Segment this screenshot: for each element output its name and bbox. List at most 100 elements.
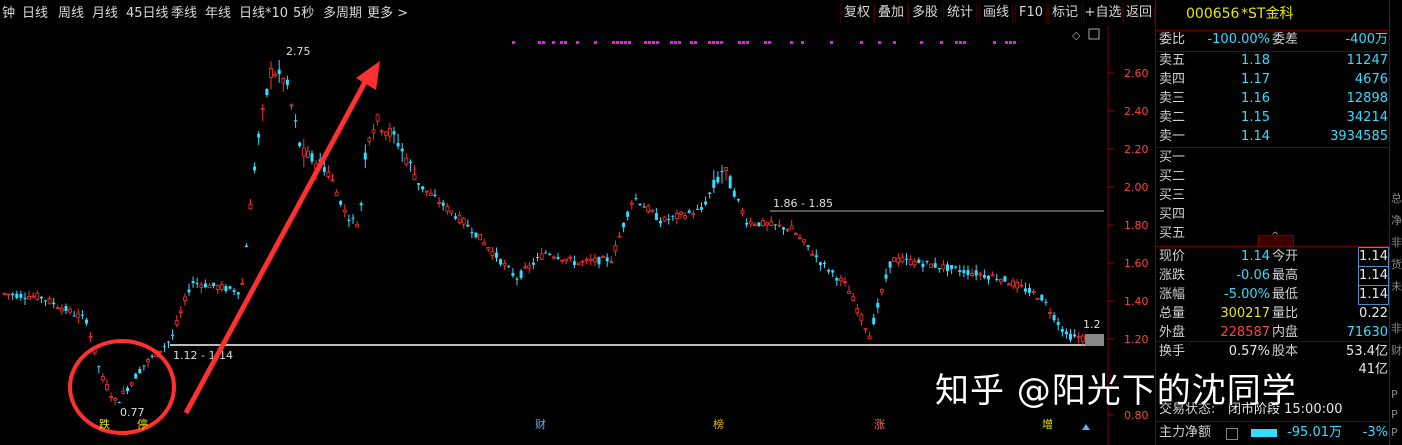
signal-dot	[678, 41, 681, 44]
candle-body	[954, 266, 958, 268]
candle-body	[642, 206, 646, 208]
candle-body	[97, 366, 101, 368]
bid-row[interactable]: 买四	[1156, 206, 1390, 224]
restore-rights-button[interactable]: 复权	[840, 3, 874, 23]
candle-body	[515, 278, 519, 280]
price-tick-label: 2.00	[1124, 181, 1149, 194]
signal-dot	[674, 41, 677, 44]
event-marker-increase[interactable]: 增	[1042, 417, 1053, 431]
candle-body	[187, 289, 191, 293]
statistics-button[interactable]: 统计	[943, 3, 977, 23]
ask-row[interactable]: 卖三 1.16 12898	[1156, 90, 1390, 108]
tab-5sec[interactable]: 5秒	[293, 0, 314, 26]
candle-body	[876, 302, 880, 308]
calendar-icon[interactable]	[1226, 428, 1238, 440]
ask-row[interactable]: 卖五 1.18 11247	[1156, 52, 1390, 70]
overlay-button[interactable]: 叠加	[874, 3, 908, 23]
share-value: 53.4亿	[1346, 344, 1388, 359]
signal-dot	[1009, 41, 1012, 44]
candle-body	[1080, 335, 1085, 342]
tab-monthly[interactable]: 月线	[92, 0, 118, 26]
candle-body	[888, 261, 892, 268]
candle-body	[745, 222, 749, 225]
candle-body	[359, 203, 363, 206]
tab-yearly[interactable]: 年线	[205, 0, 231, 26]
candle-body	[556, 257, 560, 259]
ask-row[interactable]: 卖四 1.17 4676	[1156, 71, 1390, 89]
f10-button[interactable]: F10	[1015, 3, 1047, 23]
candle-body	[880, 289, 884, 293]
tab-45day[interactable]: 45日线	[126, 0, 169, 26]
ask-price: 1.16	[1241, 91, 1270, 106]
draw-line-button[interactable]: 画线	[979, 3, 1013, 23]
candle-body	[917, 259, 921, 263]
candle-body	[417, 183, 421, 185]
multi-stock-button[interactable]: 多股	[908, 3, 942, 23]
candle-body	[55, 307, 60, 309]
tab-more[interactable]: 更多 >	[367, 0, 408, 26]
ask-row[interactable]: 卖一 1.14 3934585	[1156, 128, 1390, 146]
signal-dot	[670, 41, 673, 44]
candle-body	[424, 190, 429, 193]
candle-body	[138, 369, 142, 374]
candle-body	[892, 257, 897, 262]
signal-dot	[716, 41, 719, 44]
tab-minute[interactable]: 钟	[2, 0, 15, 26]
tab-weekly[interactable]: 周线	[58, 0, 84, 26]
tab-multi-period[interactable]: 多周期	[323, 0, 362, 26]
candle-body	[601, 256, 605, 258]
tab-quarterly[interactable]: 季线	[171, 0, 197, 26]
candle-body	[785, 228, 790, 231]
signal-dot	[594, 41, 597, 44]
signal-dot	[860, 41, 863, 44]
candle-body	[720, 171, 724, 173]
stat-label: 内盘	[1272, 325, 1299, 340]
candle-body	[285, 79, 289, 86]
candle-body	[622, 222, 626, 228]
candle-body	[228, 286, 232, 289]
mark-button[interactable]: 标记	[1048, 3, 1082, 23]
stat-row: 外盘 228587 内盘 71630	[1156, 324, 1390, 342]
ask-row[interactable]: 卖二 1.15 34214	[1156, 109, 1390, 127]
candle-body	[232, 290, 236, 292]
event-marker-limit-down[interactable]: 跌	[99, 417, 110, 431]
candle-body	[162, 346, 166, 348]
candle-body	[273, 74, 278, 77]
candle-body	[371, 129, 376, 134]
period-toolbar: 钟 日线 周线 月线 45日线 季线 年线 日线*10 5秒 多周期 更多 > …	[0, 0, 1155, 27]
ask-volume: 3934585	[1330, 129, 1388, 144]
candle-body	[342, 209, 347, 213]
tab-daily-x10[interactable]: 日线*10	[239, 0, 288, 26]
candle-body	[974, 270, 978, 276]
candle-body	[142, 365, 146, 367]
candle-body	[650, 209, 655, 213]
candle-body	[449, 210, 454, 214]
bid-row[interactable]: 买二	[1156, 168, 1390, 186]
candle-body	[793, 232, 798, 235]
candle-body	[326, 171, 331, 177]
candle-body	[867, 335, 872, 339]
candle-body	[1044, 301, 1048, 303]
event-marker-list[interactable]: 榜	[713, 417, 724, 431]
candle-body	[158, 350, 163, 353]
add-favorite-button[interactable]: +自选	[1083, 3, 1123, 23]
candle-body	[905, 258, 908, 260]
back-button[interactable]: 返回	[1123, 3, 1155, 23]
event-marker-halt[interactable]: 停	[137, 417, 148, 431]
diamond-icon[interactable]: ◇	[1072, 29, 1081, 42]
candle-body	[379, 130, 384, 133]
bid-row[interactable]: 买一	[1156, 149, 1390, 167]
candle-body	[461, 218, 466, 225]
tab-daily[interactable]: 日线	[22, 0, 48, 26]
signal-dot	[940, 41, 943, 44]
bid-row[interactable]: 买三	[1156, 187, 1390, 205]
stat-value: 71630	[1346, 325, 1388, 340]
event-marker-finance[interactable]: 财	[535, 417, 546, 431]
stat-label: 涨幅	[1159, 287, 1186, 302]
candle-body	[646, 205, 651, 212]
candle-body	[224, 286, 228, 291]
candle-body	[1073, 334, 1077, 337]
event-marker-limit-up[interactable]: 涨	[874, 418, 885, 431]
candle-body	[1069, 333, 1072, 340]
signal-dot	[552, 41, 555, 44]
